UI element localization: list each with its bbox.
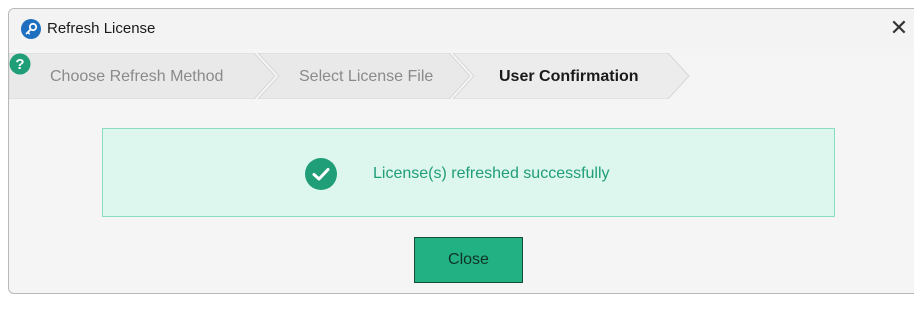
success-message: License(s) refreshed successfully — [373, 165, 610, 182]
step-choose-refresh-method: Choose Refresh Method — [50, 68, 224, 85]
step-select-license-file: Select License File — [299, 68, 434, 85]
key-icon — [21, 19, 41, 39]
svg-text:?: ? — [15, 56, 24, 73]
check-circle-icon — [305, 158, 337, 190]
close-window-button[interactable]: ✕ — [886, 15, 912, 43]
refresh-license-dialog: Refresh License ✕ Choose Refresh Method … — [8, 8, 914, 294]
success-banner: License(s) refreshed successfully — [102, 128, 835, 217]
help-icon[interactable]: ? — [9, 53, 31, 75]
title-bar: Refresh License ✕ — [9, 9, 914, 49]
close-icon: ✕ — [889, 15, 909, 40]
step-user-confirmation: User Confirmation — [499, 68, 639, 85]
wizard-steps: Choose Refresh Method Select License Fil… — [9, 53, 914, 99]
close-button[interactable]: Close — [414, 237, 523, 283]
dialog-title: Refresh License — [47, 20, 156, 37]
